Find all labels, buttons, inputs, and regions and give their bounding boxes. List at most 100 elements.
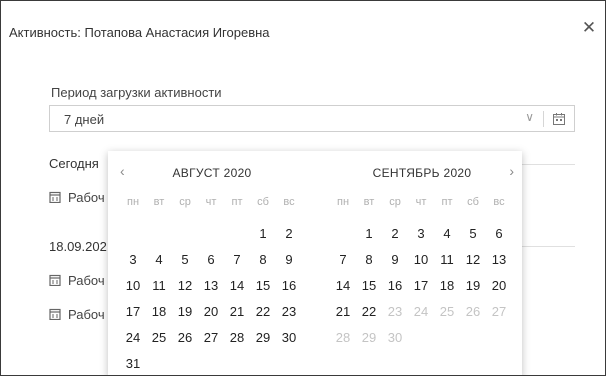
activity-item-label: Рабоч <box>68 273 105 288</box>
activity-item-label: Рабоч <box>68 190 105 205</box>
calendar-day[interactable]: 4 <box>146 247 172 273</box>
calendar-day[interactable]: 6 <box>198 247 224 273</box>
calendar-day[interactable]: 11 <box>434 247 460 273</box>
calendar-day[interactable]: 3 <box>408 221 434 247</box>
calendar-day: 24 <box>413 304 429 319</box>
calendar-day[interactable]: 29 <box>250 325 276 351</box>
calendar-icon[interactable] <box>552 112 566 126</box>
calendar-day[interactable]: 19 <box>460 273 486 299</box>
calendar-day[interactable]: 1 <box>250 221 276 247</box>
calendar-day[interactable]: 17 <box>120 299 146 325</box>
calendar-day[interactable]: 18 <box>146 299 172 325</box>
empty-cell <box>224 221 250 247</box>
calendar-day[interactable]: 16 <box>276 273 302 299</box>
calendar-day[interactable]: 3 <box>120 247 146 273</box>
calendar-day[interactable]: 20 <box>198 299 224 325</box>
calendar-day[interactable]: 15 <box>250 273 276 299</box>
calendar-day[interactable]: 8 <box>356 247 382 273</box>
calendar-day[interactable]: 15 <box>356 273 382 299</box>
dialog-title: Активность: Потапова Анастасия Игоревна <box>9 25 270 40</box>
day-grid: пн вт ср чт пт сб вс 1 2 3 4 5 6 7 8 9 10 11 12 13 14 15 16 17 1… <box>120 195 302 375</box>
weekday-label: вс <box>493 196 505 208</box>
calendar-day: 27 <box>491 304 507 319</box>
calendar-day[interactable]: 1 <box>356 221 382 247</box>
calendar-day[interactable]: 7 <box>330 247 356 273</box>
period-select-value: 7 дней <box>64 112 105 127</box>
calendar-icon <box>49 308 61 320</box>
empty-cell <box>146 221 172 247</box>
today-header: Сегодня <box>49 156 99 171</box>
calendar-day: 28 <box>335 330 351 345</box>
calendar-icon <box>49 191 61 203</box>
calendar-day[interactable]: 27 <box>198 325 224 351</box>
calendar-day: 26 <box>465 304 481 319</box>
calendar-day[interactable]: 2 <box>276 221 302 247</box>
calendar-day[interactable]: 23 <box>276 299 302 325</box>
calendar-day[interactable]: 28 <box>224 325 250 351</box>
calendar-day[interactable]: 18 <box>434 273 460 299</box>
calendar-day[interactable]: 17 <box>408 273 434 299</box>
calendar-day[interactable]: 22 <box>356 299 382 325</box>
weekday-label: чт <box>205 196 217 208</box>
calendar-day[interactable]: 5 <box>460 221 486 247</box>
date-picker-popup: ‹ › АВГУСТ 2020 пн вт ср чт пт сб вс 1 2 3 4 5 6 7 8 9 1… <box>108 151 522 375</box>
activity-item-label: Рабоч <box>68 307 105 322</box>
calendar-day[interactable]: 16 <box>382 273 408 299</box>
calendar-day[interactable]: 21 <box>330 299 356 325</box>
calendar-day: 29 <box>361 330 377 345</box>
calendar-day[interactable]: 30 <box>276 325 302 351</box>
calendar-day[interactable]: 12 <box>172 273 198 299</box>
weekday-label: пт <box>441 196 453 208</box>
activity-item: Рабоч <box>49 307 105 322</box>
activity-item: Рабоч <box>49 273 105 288</box>
calendar-day[interactable]: 12 <box>460 247 486 273</box>
weekday-label: чт <box>415 196 427 208</box>
calendar-day[interactable]: 2 <box>382 221 408 247</box>
calendar-day[interactable]: 13 <box>486 247 512 273</box>
calendar-day[interactable]: 5 <box>172 247 198 273</box>
weekday-label: ср <box>179 196 191 208</box>
period-select[interactable]: 7 дней ∨ <box>49 105 575 132</box>
chevron-down-icon[interactable]: ∨ <box>525 110 534 124</box>
calendar-day[interactable]: 13 <box>198 273 224 299</box>
calendar-day[interactable]: 11 <box>146 273 172 299</box>
calendar-icon <box>49 274 61 286</box>
calendar-day: 30 <box>387 330 403 345</box>
month-title: АВГУСТ 2020 <box>172 166 252 180</box>
calendar-day[interactable]: 19 <box>172 299 198 325</box>
date-header: 18.09.202 <box>49 239 107 254</box>
weekday-label: вс <box>283 196 295 208</box>
calendar-day[interactable]: 20 <box>486 273 512 299</box>
weekday-label: пн <box>336 196 350 208</box>
calendar-day[interactable]: 31 <box>120 351 146 375</box>
month-title: СЕНТЯБРЬ 2020 <box>372 166 472 180</box>
calendar-day[interactable]: 10 <box>408 247 434 273</box>
empty-cell <box>198 221 224 247</box>
calendar-day[interactable]: 9 <box>382 247 408 273</box>
calendar-day[interactable]: 14 <box>224 273 250 299</box>
calendar-day[interactable]: 24 <box>120 325 146 351</box>
activity-dialog: Активность: Потапова Анастасия Игоревна … <box>0 0 606 376</box>
calendar-day[interactable]: 6 <box>486 221 512 247</box>
close-icon[interactable]: ✕ <box>581 19 597 36</box>
weekday-label: пт <box>231 196 243 208</box>
calendar-day[interactable]: 26 <box>172 325 198 351</box>
activity-item: Рабоч <box>49 190 105 205</box>
calendar-day[interactable]: 9 <box>276 247 302 273</box>
calendar-day[interactable]: 22 <box>250 299 276 325</box>
weekday-label: сб <box>467 196 479 208</box>
day-grid: пн вт ср чт пт сб вс 1 2 3 4 5 6 7 8 9 10 11 12 13 14 15 16 17 1… <box>330 195 512 351</box>
calendar-day[interactable]: 10 <box>120 273 146 299</box>
calendar-day[interactable]: 7 <box>224 247 250 273</box>
weekday-label: пн <box>126 196 140 208</box>
empty-cell <box>172 221 198 247</box>
weekday-label: вт <box>153 196 165 208</box>
calendar-day[interactable]: 14 <box>330 273 356 299</box>
calendar-day[interactable]: 8 <box>250 247 276 273</box>
calendar-day[interactable]: 25 <box>146 325 172 351</box>
period-label: Период загрузки активности <box>51 85 222 100</box>
calendar-day[interactable]: 4 <box>434 221 460 247</box>
calendar-day[interactable]: 21 <box>224 299 250 325</box>
empty-cell <box>330 221 356 247</box>
calendar-day: 25 <box>439 304 455 319</box>
